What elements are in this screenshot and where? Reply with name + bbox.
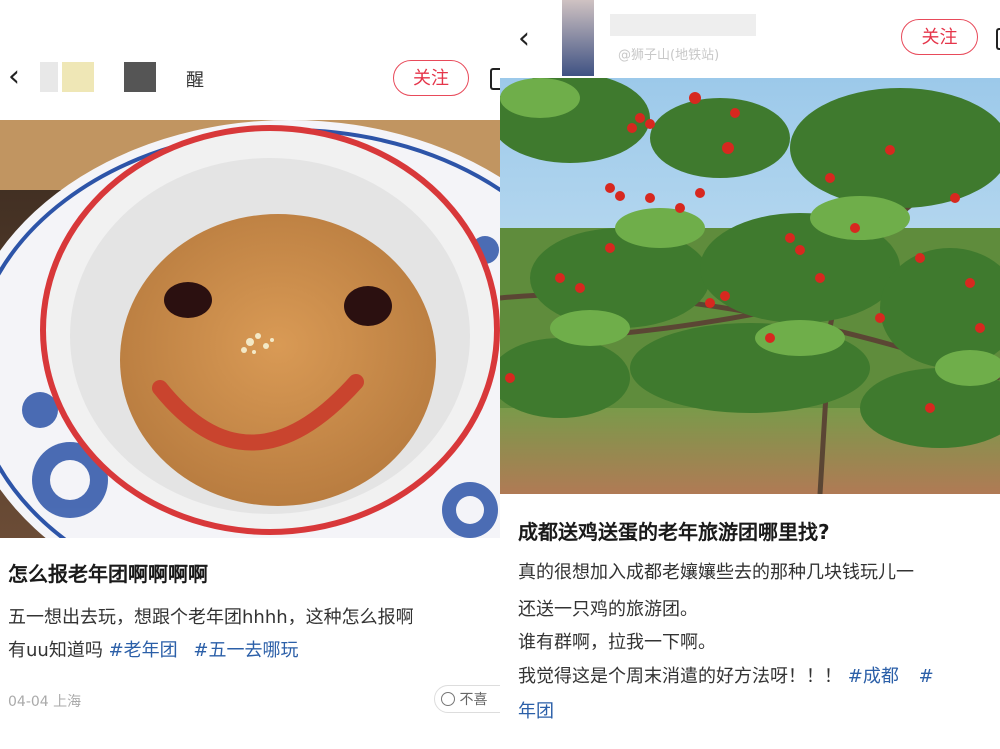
- left-post-header: ‹ 醒 关注: [0, 58, 500, 98]
- smiley-drink-illustration: [0, 120, 500, 538]
- hashtag-link[interactable]: #成都: [848, 666, 899, 687]
- avatar[interactable]: [562, 0, 594, 76]
- follow-button[interactable]: 关注: [901, 19, 978, 55]
- avatar-blur-patch: [62, 62, 94, 92]
- username-blur-patch: [610, 14, 756, 36]
- right-post-screenshot: ‹ @狮子山(地铁站) 关注 成都送鸡送蛋的老年旅游团哪里找? 真的很想加入成都…: [500, 0, 1000, 749]
- post-body-text: 有uu知道吗: [8, 640, 103, 661]
- post-title: 成都送鸡送蛋的老年旅游团哪里找?: [518, 520, 830, 544]
- hashtag-link-continuation[interactable]: 年团: [518, 697, 554, 723]
- more-icon[interactable]: [490, 68, 500, 90]
- back-arrow-icon[interactable]: ‹: [518, 24, 530, 54]
- post-body-line-2: 有uu知道吗 #老年团 #五一去哪玩: [8, 636, 298, 662]
- follow-button[interactable]: 关注: [393, 60, 469, 96]
- post-image-smiley-drink: [0, 120, 500, 538]
- post-body-line-1: 真的很想加入成都老孃孃些去的那种几块钱玩儿一: [518, 562, 914, 583]
- dislike-face-icon: [441, 692, 455, 706]
- hashtag-link[interactable]: #: [919, 666, 934, 687]
- avatar[interactable]: [40, 62, 58, 92]
- dislike-label: 不喜: [459, 692, 488, 708]
- hashtag-link[interactable]: #老年团: [109, 640, 178, 661]
- username-blur-patch: [124, 62, 156, 92]
- author-name[interactable]: 醒: [186, 66, 204, 92]
- more-icon[interactable]: [996, 28, 1000, 50]
- right-post-header: ‹ @狮子山(地铁站) 关注: [500, 0, 1000, 76]
- post-body-text: 我觉得这是个周末消遣的好方法呀！！！: [518, 666, 842, 687]
- post-body-line-3: 谁有群啊，拉我一下啊。: [518, 632, 716, 653]
- left-post-screenshot: ‹ 醒 关注 怎么报老年团啊啊啊啊 五一想出去玩，想跟个老年团hhhh，这种怎么…: [0, 0, 500, 749]
- back-arrow-icon[interactable]: ‹: [8, 62, 20, 92]
- post-title: 怎么报老年团啊啊啊啊: [8, 562, 208, 586]
- post-image-cherry-orchard: [500, 78, 1000, 494]
- dislike-button[interactable]: 不喜: [434, 685, 500, 713]
- cherry-orchard-illustration: [500, 78, 1000, 494]
- post-body-line-1: 五一想出去玩，想跟个老年团hhhh，这种怎么报啊: [8, 607, 414, 628]
- post-body-line-2: 还送一只鸡的旅游团。: [518, 599, 698, 620]
- post-location: @狮子山(地铁站): [618, 48, 720, 63]
- post-date-location: 04-04 上海: [8, 694, 82, 710]
- hashtag-link[interactable]: #五一去哪玩: [193, 640, 298, 661]
- post-body-line-4: 我觉得这是个周末消遣的好方法呀！！！ #成都 #: [518, 662, 934, 688]
